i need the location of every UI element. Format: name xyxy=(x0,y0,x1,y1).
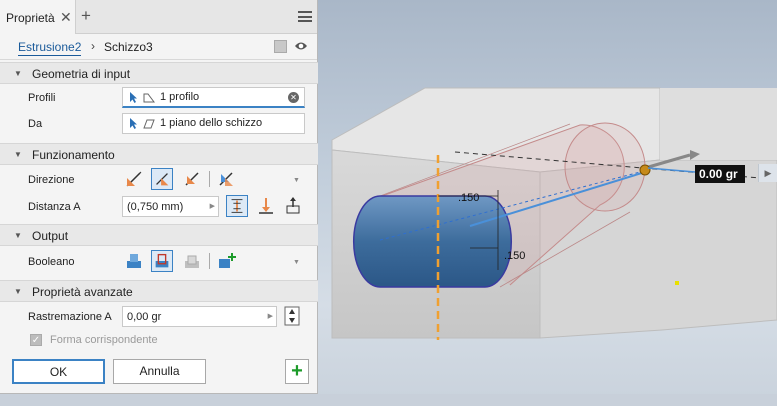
slot-profile xyxy=(352,195,513,288)
direction-default-icon[interactable] xyxy=(123,168,145,190)
plane-icon xyxy=(143,119,155,129)
section-title: Funzionamento xyxy=(32,148,115,162)
extents-to-icon[interactable] xyxy=(255,195,277,217)
dimension-label-1[interactable]: .150 xyxy=(458,192,479,204)
section-title: Proprietà avanzate xyxy=(32,285,133,299)
from-field[interactable]: 1 piano dello schizzo xyxy=(122,113,305,134)
boolean-intersect-icon[interactable] xyxy=(181,250,203,272)
taper-input[interactable]: 0,00 gr ▶ xyxy=(122,306,277,327)
caret-down-icon: ▼ xyxy=(14,150,22,159)
boolean-join-icon[interactable] xyxy=(123,250,145,272)
profiles-field[interactable]: 1 profilo ✕ xyxy=(122,87,305,108)
extents-through-icon[interactable] xyxy=(282,195,304,217)
taper-value: 0,00 gr xyxy=(127,311,162,323)
expand-arrow-icon[interactable]: ▶ xyxy=(758,164,777,182)
properties-panel: Proprietà ✕ + Estrusione2 › Schizzo3 ▼ G… xyxy=(0,0,318,394)
match-shape-label: Forma corrispondente xyxy=(50,334,158,346)
section-header-input-geometry[interactable]: ▼ Geometria di input xyxy=(0,62,318,84)
flip-taper-icon[interactable] xyxy=(284,306,300,326)
boolean-cut-icon[interactable] xyxy=(151,250,173,272)
breadcrumb: Estrusione2 › Schizzo3 xyxy=(0,34,317,60)
profiles-value: 1 profilo xyxy=(160,91,200,103)
taper-angle-input[interactable]: 0.00 gr xyxy=(695,165,745,183)
from-value: 1 piano dello schizzo xyxy=(160,117,263,129)
section-header-output[interactable]: ▼ Output xyxy=(0,224,318,246)
add-tab-icon[interactable]: + xyxy=(81,6,91,26)
direction-label: Direzione xyxy=(28,174,75,186)
apply-plus-button[interactable]: + xyxy=(285,359,309,384)
direction-symmetric-icon[interactable] xyxy=(181,168,203,190)
cursor-arrow-icon xyxy=(130,92,137,103)
match-shape-checkbox[interactable]: ✓ xyxy=(30,334,42,346)
section-header-advanced[interactable]: ▼ Proprietà avanzate xyxy=(0,280,318,302)
distance-value: (0,750 mm) xyxy=(127,201,184,213)
dropdown-arrow-icon[interactable]: ▼ xyxy=(293,177,300,184)
breadcrumb-item-sketch[interactable]: Schizzo3 xyxy=(104,40,153,54)
cancel-button[interactable]: Annulla xyxy=(113,359,206,384)
direction-asymmetric-icon[interactable] xyxy=(215,168,237,190)
profiles-label: Profili xyxy=(28,92,56,104)
from-label: Da xyxy=(28,118,43,130)
direction-flipped-icon[interactable] xyxy=(151,168,173,190)
caret-down-icon: ▼ xyxy=(14,287,22,296)
profile-icon xyxy=(143,93,155,103)
tab-label: Proprietà xyxy=(6,11,55,25)
spin-arrow-icon[interactable]: ▶ xyxy=(268,312,273,320)
close-icon[interactable]: ✕ xyxy=(60,9,72,26)
section-title: Output xyxy=(32,229,69,243)
section-header-behavior[interactable]: ▼ Funzionamento xyxy=(0,143,318,165)
clear-icon[interactable]: ✕ xyxy=(288,92,299,103)
new-solid-icon[interactable] xyxy=(215,250,237,272)
taper-label: Rastremazione A xyxy=(28,311,112,323)
caret-down-icon: ▼ xyxy=(14,69,22,78)
distance-input[interactable]: (0,750 mm) ▶ xyxy=(122,196,219,217)
extents-distance-icon[interactable] xyxy=(226,195,248,217)
ok-button[interactable]: OK xyxy=(12,359,105,384)
spin-arrow-icon[interactable]: ▶ xyxy=(210,202,215,210)
section-title: Geometria di input xyxy=(32,67,131,81)
breadcrumb-item-extrusion[interactable]: Estrusione2 xyxy=(18,40,82,56)
eye-icon[interactable] xyxy=(294,40,308,52)
menu-icon[interactable] xyxy=(298,11,312,22)
cube-icon[interactable] xyxy=(274,40,287,53)
caret-down-icon: ▼ xyxy=(14,231,22,240)
dropdown-arrow-icon[interactable]: ▼ xyxy=(293,259,300,266)
tab-bar: Proprietà ✕ + xyxy=(0,0,317,34)
boolean-label: Booleano xyxy=(28,256,75,268)
dimension-label-2[interactable]: .150 xyxy=(504,250,525,262)
cursor-arrow-icon xyxy=(130,118,137,129)
distance-label: Distanza A xyxy=(28,201,81,213)
chevron-right-icon: › xyxy=(91,39,95,53)
